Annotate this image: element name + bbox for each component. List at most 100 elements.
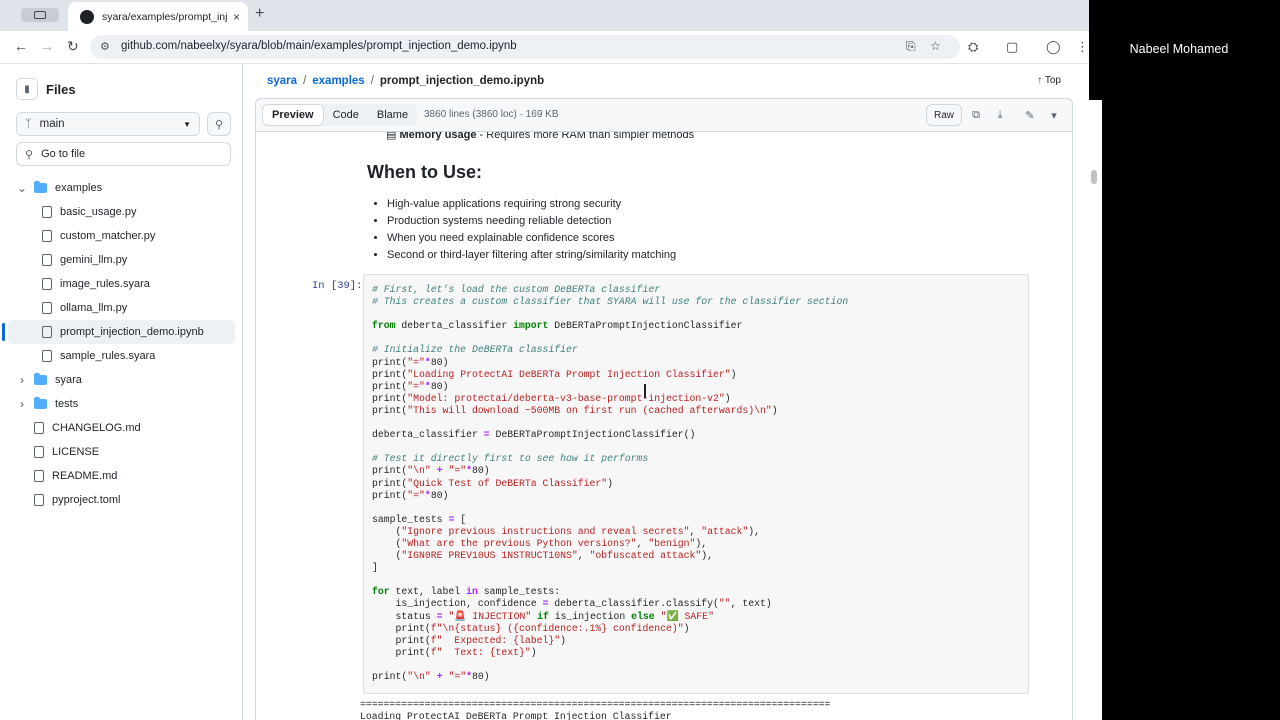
reload-icon[interactable]: ↻ (67, 38, 79, 55)
more-options-chevron-icon[interactable]: ▾ (1044, 104, 1064, 126)
file-icon (42, 278, 52, 290)
user-name: Nabeel Mohamed (1129, 42, 1229, 56)
site-settings-icon[interactable]: ⚙ (100, 40, 110, 53)
tree-folder[interactable]: › syara (8, 368, 235, 392)
media-cast-icon[interactable]: ▢ (1006, 39, 1018, 55)
tree-file[interactable]: basic_usage.py (8, 200, 235, 224)
files-title: Files (46, 81, 76, 97)
install-app-icon[interactable]: ⎘ (906, 39, 916, 54)
file-actions: Raw ⧉ ⤓ ✎ ▾ (925, 104, 1064, 126)
folder-icon (34, 181, 47, 193)
tree-folder[interactable]: ⌄ examples (8, 176, 235, 200)
chevron-down-icon[interactable]: ⌄ (16, 181, 28, 195)
branch-name: main (39, 118, 65, 130)
tree-file[interactable]: prompt_injection_demo.ipynb (2, 320, 235, 344)
tree-file[interactable]: pyproject.toml (8, 488, 235, 512)
browser-tab-active[interactable]: syara/examples/prompt_injec × (68, 2, 248, 31)
tree-file[interactable]: image_rules.syara (8, 272, 235, 296)
code-block: # First, let's load the custom DeBERTa c… (372, 284, 849, 682)
output-line: Loading ProtectAI DeBERTa Prompt Injecti… (360, 711, 672, 720)
section-heading: When to Use: (367, 162, 482, 182)
github-favicon-icon (80, 9, 94, 24)
output-line: ========================================… (360, 699, 831, 710)
breadcrumb-separator: / (370, 75, 374, 87)
tree-item-label: custom_matcher.py (60, 230, 156, 242)
forward-icon[interactable]: → (40, 38, 54, 54)
search-button[interactable]: ⚲ (207, 112, 231, 136)
browser-window: syara/examples/prompt_injec × + ← → ↻ ⚙ … (0, 0, 1089, 720)
folder-icon (34, 373, 47, 385)
file-icon (42, 254, 52, 266)
notebook-preview: ▤ Memory usage - Requires more RAM than … (255, 132, 1073, 720)
file-icon (34, 470, 44, 482)
tree-file[interactable]: gemini_llm.py (8, 248, 235, 272)
address-url: github.com/nabeelxy/syara/blob/main/exam… (121, 40, 517, 52)
file-info: 3860 lines (3860 loc) · 169 KB (424, 109, 559, 120)
tab-close-icon[interactable]: × (233, 10, 240, 24)
breadcrumb-bar: syara / examples / prompt_injection_demo.ipy… (243, 64, 1089, 98)
chevron-right-icon[interactable]: › (16, 397, 28, 411)
search-icon: ⚲ (214, 118, 224, 131)
browser-toolbar: ← → ↻ ⚙ github.com/nabeelxy/syara/blob/m… (0, 31, 1089, 64)
tab-code[interactable]: Code (324, 104, 368, 126)
tree-folder[interactable]: › tests (8, 392, 235, 416)
text-cursor (644, 384, 646, 398)
list-item: Production systems needing reliable dete… (387, 213, 676, 230)
tab-preview[interactable]: Preview (262, 104, 324, 126)
breadcrumb-repo-link[interactable]: syara (267, 75, 297, 87)
menu-kebab-icon[interactable]: ⋮ (1076, 39, 1089, 55)
tree-file[interactable]: sample_rules.syara (8, 344, 235, 368)
breadcrumb-folder-link[interactable]: examples (312, 75, 364, 87)
tree-file[interactable]: README.md (8, 464, 235, 488)
profile-icon[interactable]: ◯ (1046, 39, 1061, 55)
tab-title: syara/examples/prompt_injec (102, 10, 227, 23)
tree-file[interactable]: ollama_llm.py (8, 296, 235, 320)
file-icon (42, 302, 52, 314)
code-cell: # First, let's load the custom DeBERTa c… (363, 274, 1029, 694)
file-icon (42, 230, 52, 242)
tree-file[interactable]: CHANGELOG.md (8, 416, 235, 440)
window-icon (34, 11, 46, 19)
breadcrumb: syara / examples / prompt_injection_demo.ipy… (267, 75, 544, 87)
memory-icon: ▤ (386, 132, 397, 141)
go-to-file-field[interactable]: ⚲ (16, 142, 231, 166)
tree-item-label: sample_rules.syara (60, 350, 156, 362)
tree-item-label: image_rules.syara (60, 278, 150, 290)
address-bar[interactable]: ⚙ github.com/nabeelxy/syara/blob/main/ex… (90, 35, 960, 59)
back-to-top-button[interactable]: ↑ Top (1037, 75, 1061, 86)
cut-rest-text: - Requires more RAM than simpler methods (476, 132, 695, 141)
tree-item-label: pyproject.toml (52, 494, 121, 506)
bookmark-star-icon[interactable]: ☆ (930, 39, 941, 53)
file-header: Preview Code Blame 3860 lines (3860 loc)… (255, 98, 1073, 132)
bullet-list: High-value applications requiring strong… (387, 196, 676, 264)
tree-item-label: README.md (52, 470, 118, 482)
back-icon[interactable]: ← (14, 38, 28, 54)
scrollbar-thumb[interactable] (1091, 170, 1097, 184)
new-tab-button[interactable]: + (255, 5, 264, 23)
copy-icon[interactable]: ⧉ (966, 104, 986, 126)
breadcrumb-current-file: prompt_injection_demo.ipynb (379, 75, 545, 87)
cut-off-bullet: ▤ Memory usage - Requires more RAM than … (386, 132, 694, 141)
tab-search-button[interactable] (21, 8, 59, 22)
tree-item-label: basic_usage.py (60, 206, 137, 218)
tree-file[interactable]: custom_matcher.py (8, 224, 235, 248)
file-icon (42, 326, 52, 338)
go-to-file-input[interactable] (41, 148, 212, 160)
collapse-panel-icon[interactable]: ▮ (16, 78, 38, 100)
download-icon[interactable]: ⤓ (990, 104, 1010, 126)
tree-item-label: prompt_injection_demo.ipynb (60, 326, 204, 338)
cut-bold-text: Memory usage (399, 132, 477, 141)
breadcrumb-separator: / (303, 75, 307, 87)
extensions-icon[interactable]: ⛭ (968, 39, 978, 55)
page-scrollbar[interactable] (1089, 100, 1102, 720)
branch-selector[interactable]: ᛉ main ▼ (16, 112, 200, 136)
tab-blame[interactable]: Blame (368, 104, 417, 126)
raw-button[interactable]: Raw (925, 104, 962, 126)
chevron-right-icon[interactable]: › (16, 373, 28, 387)
top-label: Top (1044, 75, 1061, 86)
folder-icon (34, 397, 47, 409)
screen: syara/examples/prompt_injec × + ← → ↻ ⚙ … (0, 0, 1280, 720)
tree-file[interactable]: LICENSE (8, 440, 235, 464)
edit-pencil-icon[interactable]: ✎ (1020, 104, 1040, 126)
tree-item-label: LICENSE (52, 446, 100, 458)
